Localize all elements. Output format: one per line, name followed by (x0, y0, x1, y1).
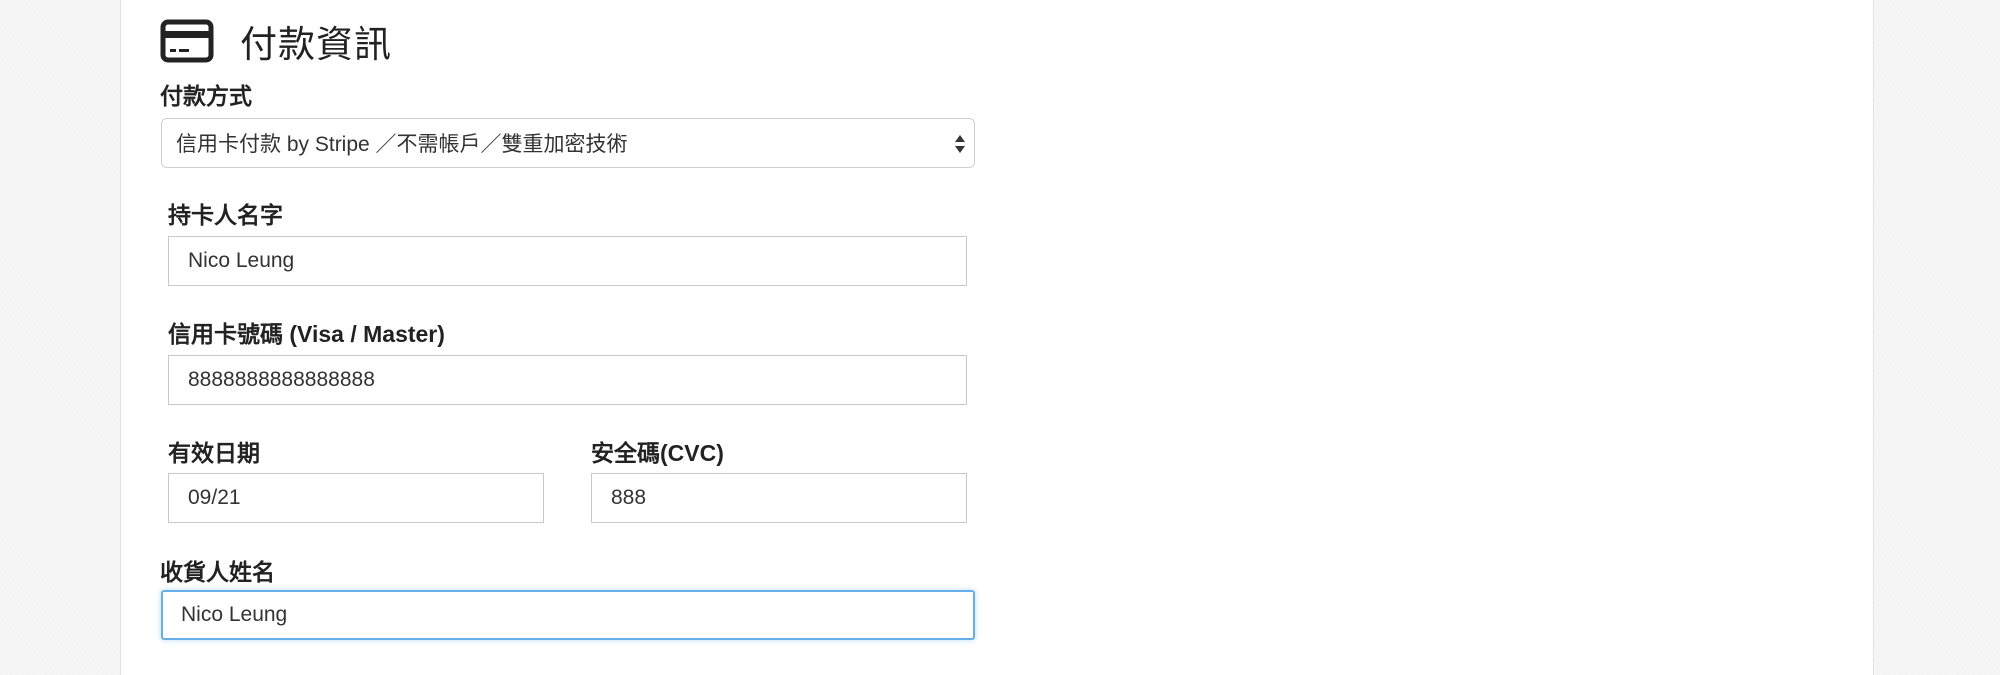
expiry-input[interactable]: 09/21 (168, 473, 544, 523)
cardholder-name-input[interactable]: Nico Leung (168, 236, 967, 286)
recipient-name-input[interactable]: Nico Leung (161, 590, 975, 640)
cvc-label: 安全碼(CVC) (591, 440, 724, 466)
card-number-value: 8888888888888888 (188, 368, 375, 391)
card-number-input[interactable]: 8888888888888888 (168, 355, 967, 405)
payment-method-select[interactable]: 信用卡付款 by Stripe ／不需帳戶／雙重加密技術 (161, 118, 975, 168)
select-arrows-icon (955, 135, 965, 153)
cvc-input[interactable]: 888 (591, 473, 967, 523)
recipient-name-value: Nico Leung (181, 603, 288, 626)
card-number-label: 信用卡號碼 (Visa / Master) (168, 321, 445, 347)
expiry-value: 09/21 (188, 486, 241, 509)
cardholder-name-value: Nico Leung (188, 249, 295, 272)
credit-card-icon (160, 19, 214, 63)
section-title: 付款資訊 (240, 24, 392, 65)
payment-method-selected: 信用卡付款 by Stripe ／不需帳戶／雙重加密技術 (176, 133, 628, 156)
expiry-label: 有效日期 (168, 440, 260, 466)
payment-method-label: 付款方式 (160, 83, 252, 109)
cardholder-label: 持卡人名字 (168, 202, 283, 228)
section-header: 付款資訊 (160, 14, 392, 68)
recipient-label: 收貨人姓名 (160, 559, 275, 585)
cvc-value: 888 (611, 486, 647, 509)
